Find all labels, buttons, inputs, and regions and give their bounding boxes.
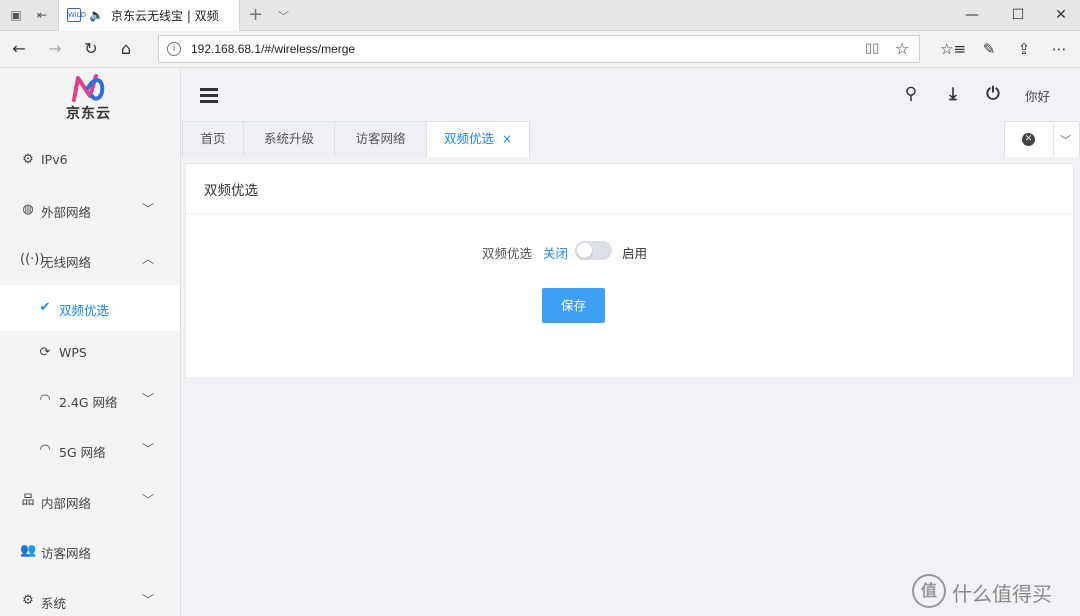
new-tab-button[interactable]: +	[248, 4, 263, 25]
tab-preview-icon[interactable]: ▣	[8, 7, 24, 23]
sidebar-item-label: 内部网络	[41, 496, 92, 511]
sidebar-item-label: 2.4G 网络	[59, 395, 118, 410]
sidebar-item-dual-band[interactable]: ✔ 双频优选	[0, 285, 180, 331]
double-check-icon: ✔	[39, 300, 51, 315]
sidebar-item-5g-network[interactable]: ◠ 5G 网络 ﹀	[0, 427, 180, 473]
toggle-on-label: 启用	[622, 246, 648, 261]
cogs-icon: ⚙	[22, 593, 34, 608]
chevron-up-icon: ︿	[142, 252, 155, 266]
page-tabs: 首页 系统升级 访客网络 双频优选 × ✕ ﹀	[182, 121, 1080, 158]
site-info-icon[interactable]: i	[167, 42, 181, 56]
minimize-button[interactable]: —	[949, 0, 995, 31]
router-admin-app: 京东云 ⚙ IPv6 ◍ 外部网络 ﹀ ((·)) 无线网络 ︿ ✔ 双频优选 …	[0, 68, 1080, 616]
browser-tab-bar: ▣ ⇤ WiLD 🔈 京东云无线宝 | 双频 + ﹀ — ☐ ✕	[0, 0, 1080, 31]
download-icon[interactable]: ⤓	[942, 83, 964, 105]
sidebar-item-guest-network[interactable]: 👥 访客网络	[0, 528, 180, 574]
pen-icon[interactable]: ✎	[976, 37, 1002, 61]
tab-label: 双频优选	[443, 131, 494, 146]
favorite-star-icon[interactable]: ☆	[895, 39, 909, 58]
users-icon: 👥	[20, 543, 37, 558]
chevron-down-icon: ﹀	[142, 593, 155, 607]
tab-label: 首页	[200, 131, 226, 146]
close-tabs-icon[interactable]: ✕	[1022, 133, 1035, 146]
dual-band-toggle[interactable]	[575, 241, 612, 260]
sidebar-item-24g-network[interactable]: ◠ 2.4G 网络 ﹀	[0, 377, 180, 423]
chevron-down-icon[interactable]: ﹀	[1060, 132, 1071, 148]
wifi-icon: ◠	[39, 392, 51, 407]
forward-arrow-icon[interactable]: →	[42, 37, 68, 61]
tab-home[interactable]: 首页	[182, 121, 244, 157]
lan-network-icon: 品	[21, 493, 35, 508]
sidebar-item-label: 访客网络	[41, 546, 92, 561]
favorites-list-icon[interactable]: ☆≡	[940, 37, 966, 61]
sidebar-item-label: 无线网络	[41, 255, 92, 270]
toggle-knob	[577, 243, 592, 258]
globe-icon: ◍	[22, 202, 34, 217]
chevron-down-icon: ﹀	[142, 493, 155, 507]
tab-system-upgrade[interactable]: 系统升级	[243, 121, 335, 157]
divider	[1053, 122, 1054, 158]
chevron-down-icon: ﹀	[142, 392, 155, 406]
close-window-button[interactable]: ✕	[1038, 0, 1080, 31]
watermark-text: 什么值得买	[952, 582, 1052, 606]
refresh-icon[interactable]: ↻	[78, 37, 104, 61]
set-tabs-aside-icon[interactable]: ⇤	[34, 7, 50, 23]
sidebar: 京东云 ⚙ IPv6 ◍ 外部网络 ﹀ ((·)) 无线网络 ︿ ✔ 双频优选 …	[0, 68, 181, 616]
tab-guest-network[interactable]: 访客网络	[334, 121, 427, 157]
tab-list-chevron-icon[interactable]: ﹀	[278, 8, 289, 24]
card-title: 双频优选	[204, 183, 258, 199]
dual-band-field-label: 双频优选	[482, 246, 533, 261]
sidebar-item-label: 系统	[41, 596, 67, 611]
divider	[186, 213, 1073, 214]
tab-label: 访客网络	[355, 131, 406, 146]
tab-label: 系统升级	[263, 131, 314, 146]
more-menu-icon[interactable]: ⋯	[1046, 37, 1072, 61]
url-text: 192.168.68.1/#/wireless/merge	[191, 42, 356, 56]
speaker-icon[interactable]: 🔈	[89, 8, 104, 22]
sidebar-item-label: 双频优选	[59, 303, 110, 318]
settings-cog-icon: ⚙	[22, 152, 34, 167]
sidebar-item-label: IPv6	[41, 152, 68, 167]
favicon-icon: WiLD	[67, 8, 86, 22]
toggle-off-label: 关闭	[543, 246, 569, 261]
back-arrow-icon[interactable]: ←	[6, 37, 32, 61]
sidebar-item-ipv6[interactable]: ⚙ IPv6	[0, 137, 180, 183]
watermark-logo-icon: 值	[912, 574, 946, 608]
search-icon[interactable]: ⚲	[900, 83, 922, 105]
sidebar-item-label: 外部网络	[41, 205, 92, 220]
share-icon[interactable]: ⇪	[1011, 37, 1037, 61]
dual-band-card: 双频优选 双频优选 关闭 启用 保存	[185, 163, 1074, 379]
url-input[interactable]: i 192.168.68.1/#/wireless/merge ▯▯ ☆	[158, 35, 920, 63]
address-bar: ← → ↻ ⌂ i 192.168.68.1/#/wireless/merge …	[0, 31, 1080, 68]
tab-dual-band[interactable]: 双频优选 ×	[426, 121, 530, 157]
save-button[interactable]: 保存	[542, 288, 605, 323]
sidebar-item-internal-network[interactable]: 品 内部网络 ﹀	[0, 478, 180, 524]
close-tab-icon[interactable]: ×	[502, 132, 512, 146]
chevron-down-icon: ﹀	[142, 442, 155, 456]
wifi-icon: ◠	[39, 442, 51, 457]
sidebar-item-system[interactable]: ⚙ 系统 ﹀	[0, 578, 180, 616]
maximize-button[interactable]: ☐	[995, 0, 1041, 31]
browser-tab-title: 京东云无线宝 | 双频	[111, 9, 219, 23]
user-greeting[interactable]: 你好	[1025, 86, 1050, 105]
sidebar-item-label: WPS	[59, 345, 87, 360]
chevron-down-icon: ﹀	[142, 202, 155, 216]
sidebar-item-label: 5G 网络	[59, 445, 106, 460]
sidebar-item-wps[interactable]: ⟳ WPS	[0, 330, 180, 376]
reading-view-icon[interactable]: ▯▯	[865, 41, 879, 56]
browser-tab[interactable]: WiLD 🔈 京东云无线宝 | 双频	[58, 0, 240, 31]
tab-tools: ✕ ﹀	[1004, 121, 1080, 158]
sidebar-item-external-network[interactable]: ◍ 外部网络 ﹀	[0, 187, 180, 233]
menu-toggle-icon[interactable]	[200, 88, 218, 103]
sync-icon: ⟳	[39, 345, 51, 360]
power-icon[interactable]: ⏻	[982, 83, 1004, 105]
home-icon[interactable]: ⌂	[113, 37, 139, 61]
logo-text: 京东云	[66, 106, 111, 122]
top-header: ⚲ ⤓ ⏻ 你好	[182, 68, 1080, 121]
wireless-antenna-icon: ((·))	[20, 252, 45, 267]
sidebar-item-wireless-network[interactable]: ((·)) 无线网络 ︿	[0, 237, 180, 283]
